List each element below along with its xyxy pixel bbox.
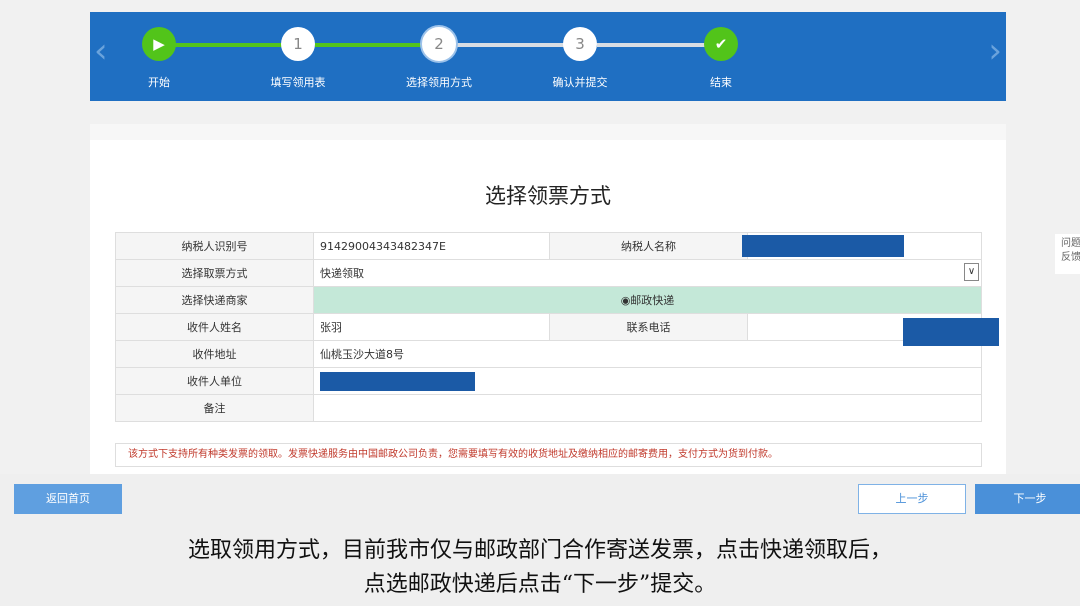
taxpayer-id-value: 91429004343482347E: [313, 232, 550, 260]
taxpayer-name-value: [742, 232, 982, 260]
redacted-block: [742, 235, 904, 257]
step-connector-done: [315, 43, 439, 47]
redacted-block: [903, 318, 999, 346]
pickup-method-label: 选择取票方式: [115, 259, 314, 287]
address-input[interactable]: 仙桃玉沙大道8号: [313, 340, 982, 368]
table-row: 纳税人识别号 91429004343482347E 纳税人名称: [115, 232, 982, 260]
recipient-name-input[interactable]: 张羽: [313, 313, 550, 341]
chevron-left-icon[interactable]: ‹: [94, 34, 108, 68]
pickup-method-select[interactable]: 快递领取 ∨: [313, 259, 982, 287]
step-connector-done: [175, 43, 297, 47]
recipient-name-label: 收件人姓名: [115, 313, 314, 341]
step-1-circle: 1: [281, 27, 315, 61]
page-title: 选择领票方式: [485, 184, 611, 208]
chevron-right-icon[interactable]: ›: [988, 34, 1002, 68]
remark-input[interactable]: [313, 394, 982, 422]
taxpayer-id-label: 纳税人识别号: [115, 232, 314, 260]
progress-stepper: ‹ › ▶ 1 2 3 ✔ 开始 填写领用表 选择领用方式 确认并提交 结束: [90, 12, 1006, 101]
courier-option-cell: ◉邮政快递: [313, 286, 982, 314]
back-home-button[interactable]: 返回首页: [14, 484, 122, 514]
step-label-start: 开始: [148, 76, 170, 89]
table-row: 选择快递商家 ◉邮政快递: [115, 286, 982, 314]
side-feedback-text: 问题 反馈: [1061, 238, 1080, 263]
step-label-fill-form: 填写领用表: [270, 76, 326, 89]
table-row: 选择取票方式 快递领取 ∨: [115, 259, 982, 287]
phone-label: 联系电话: [549, 313, 748, 341]
step-end-check-icon: ✔: [704, 27, 738, 61]
step-label-confirm: 确认并提交: [552, 76, 608, 89]
address-label: 收件地址: [115, 340, 314, 368]
step-label-end: 结束: [710, 76, 732, 89]
next-step-button[interactable]: 下一步: [975, 484, 1080, 514]
step-connector-pending: [597, 43, 720, 47]
step-3-circle: 3: [563, 27, 597, 61]
recipient-unit-input[interactable]: [313, 367, 982, 395]
courier-option-label[interactable]: 邮政快递: [630, 294, 674, 307]
side-feedback-tab[interactable]: 问题 反馈: [1055, 234, 1080, 274]
step-start-play-icon: ▶: [142, 27, 176, 61]
caption-line-1: 选取领用方式，目前我市仅与邮政部门合作寄送发票，点击快递领取后，: [187, 538, 892, 563]
notice-text: 该方式下支持所有种类发票的领取。发票快递服务由中国邮政公司负责，您需要填写有效的…: [115, 443, 982, 467]
pickup-form-table: 纳税人识别号 91429004343482347E 纳税人名称 选择取票方式 快…: [115, 232, 999, 422]
radio-button-selected[interactable]: ◉: [621, 294, 631, 307]
step-connector-pending: [456, 43, 579, 47]
taxpayer-name-label: 纳税人名称: [549, 232, 748, 260]
step-2-circle-current: 2: [422, 27, 456, 61]
table-row: 备注: [115, 394, 982, 422]
remark-label: 备注: [115, 394, 314, 422]
caption-line-2: 点选邮政快递后点击“下一步”提交。: [363, 572, 717, 597]
recipient-unit-label: 收件人单位: [115, 367, 314, 395]
phone-input[interactable]: [747, 313, 999, 346]
redacted-block: [320, 371, 475, 391]
pickup-method-value: 快递领取: [320, 267, 364, 280]
courier-label: 选择快递商家: [115, 286, 314, 314]
chevron-down-icon[interactable]: ∨: [964, 263, 979, 281]
previous-step-button[interactable]: 上一步: [858, 484, 966, 514]
table-row: 收件地址 仙桃玉沙大道8号: [115, 340, 982, 368]
table-row: 收件人单位: [115, 367, 982, 395]
table-row: 收件人姓名 张羽 联系电话: [115, 313, 999, 346]
step-label-choose-method: 选择领用方式: [406, 76, 472, 89]
